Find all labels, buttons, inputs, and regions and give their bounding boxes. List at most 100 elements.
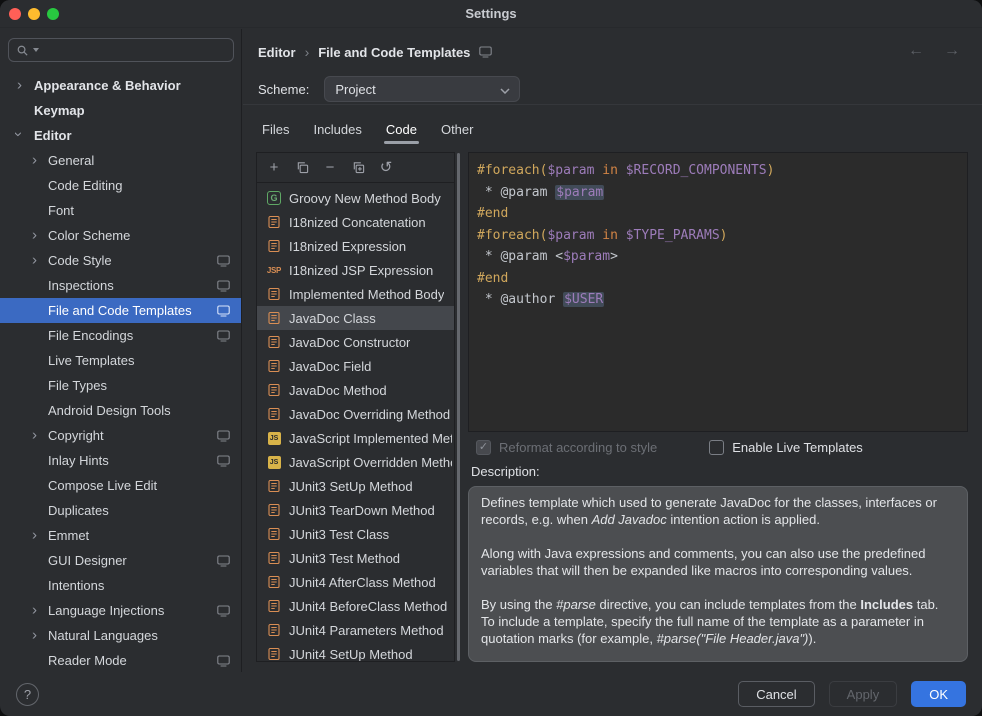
cancel-button[interactable]: Cancel — [738, 681, 814, 707]
sidebar-item-color-scheme[interactable]: › Color Scheme — [0, 223, 241, 248]
sidebar-item-label: Emmet — [48, 528, 89, 543]
chevron-down-icon — [500, 82, 510, 97]
sidebar-item-live-templates[interactable]: Live Templates — [0, 348, 241, 373]
breadcrumb: Editor › File and Code Templates — [258, 40, 492, 64]
sidebar-item-copyright[interactable]: ›Copyright — [0, 423, 241, 448]
template-item-javadoc-method[interactable]: JavaDoc Method — [257, 378, 454, 402]
template-item-javadoc-overriding-method[interactable]: JavaDoc Overriding Method — [257, 402, 454, 426]
chevron-right-icon[interactable]: › — [32, 252, 37, 267]
sidebar-item-duplicates[interactable]: Duplicates — [0, 498, 241, 523]
reset-icon[interactable]: ↺ — [378, 160, 394, 176]
checkbox-unchecked-icon[interactable] — [709, 440, 724, 455]
sidebar-item-file-types[interactable]: File Types — [0, 373, 241, 398]
chevron-down-icon[interactable]: › — [11, 131, 26, 136]
sidebar-item-code-editing[interactable]: Code Editing — [0, 173, 241, 198]
scrollbar-thumb[interactable] — [457, 153, 460, 661]
template-item-i18nized-expression[interactable]: I18nized Expression — [257, 234, 454, 258]
enable-live-templates-checkbox[interactable]: Enable Live Templates — [709, 440, 863, 455]
breadcrumb-separator-icon: › — [305, 44, 310, 60]
sidebar-item-intentions[interactable]: Intentions — [0, 573, 241, 598]
template-item-groovy-new-method-body[interactable]: GGroovy New Method Body — [257, 186, 454, 210]
sidebar-item-inlay-hints[interactable]: Inlay Hints — [0, 448, 241, 473]
add-icon[interactable]: + — [266, 160, 282, 176]
zoom-window-button[interactable] — [47, 8, 59, 20]
template-item-javadoc-field[interactable]: JavaDoc Field — [257, 354, 454, 378]
template-icon — [266, 335, 282, 349]
template-item-label: JavaScript Overridden Method Body — [289, 455, 452, 470]
template-icon — [266, 527, 282, 541]
remove-icon[interactable]: − — [322, 160, 338, 176]
close-window-button[interactable] — [9, 8, 21, 20]
sidebar-item-inspections[interactable]: Inspections — [0, 273, 241, 298]
sidebar-item-label: Code Style — [48, 253, 112, 268]
chevron-right-icon[interactable]: › — [32, 627, 37, 642]
sidebar-item-label: Compose Live Edit — [48, 478, 157, 493]
screen-icon — [217, 655, 230, 667]
template-item-junit4-afterclass-method[interactable]: JUnit4 AfterClass Method — [257, 570, 454, 594]
sidebar-item-gui-designer[interactable]: GUI Designer — [0, 548, 241, 573]
template-item-i18nized-jsp-expression[interactable]: JSPI18nized JSP Expression — [257, 258, 454, 282]
sidebar-item-label: Intentions — [48, 578, 104, 593]
code-line: #foreach($param in $RECORD_COMPONENTS) — [477, 160, 959, 182]
template-tabs: FilesIncludesCodeOther — [250, 114, 485, 144]
duplicate-icon[interactable] — [350, 160, 366, 176]
template-item-i18nized-concatenation[interactable]: I18nized Concatenation — [257, 210, 454, 234]
search-input[interactable] — [43, 42, 226, 59]
sidebar-item-label: Language Injections — [48, 603, 164, 618]
chevron-right-icon[interactable]: › — [32, 602, 37, 617]
sidebar-item-font[interactable]: Font — [0, 198, 241, 223]
sidebar-item-language-injections[interactable]: › Language Injections — [0, 598, 241, 623]
sidebar-item-file-and-code-templates[interactable]: File and Code Templates — [0, 298, 241, 323]
chevron-right-icon[interactable]: › — [32, 527, 37, 542]
template-item-junit3-setup-method[interactable]: JUnit3 SetUp Method — [257, 474, 454, 498]
sidebar-item-android-design-tools[interactable]: Android Design Tools — [0, 398, 241, 423]
sidebar-item-emmet[interactable]: › Emmet — [0, 523, 241, 548]
template-editor[interactable]: #foreach($param in $RECORD_COMPONENTS) *… — [468, 152, 968, 432]
template-item-implemented-method-body[interactable]: Implemented Method Body — [257, 282, 454, 306]
template-item-junit3-test-method[interactable]: JUnit3 Test Method — [257, 546, 454, 570]
template-item-label: JavaDoc Class — [289, 311, 376, 326]
ok-button[interactable]: OK — [911, 681, 966, 707]
chevron-right-icon[interactable]: › — [32, 227, 37, 242]
sidebar-item-code-style[interactable]: › Code Style — [0, 248, 241, 273]
sidebar-item-appearance-behavior[interactable]: ›Appearance & Behavior — [0, 73, 241, 98]
sidebar-item-natural-languages[interactable]: ›Natural Languages — [0, 623, 241, 648]
minimize-window-button[interactable] — [28, 8, 40, 20]
tab-includes[interactable]: Includes — [301, 114, 373, 144]
template-item-javadoc-constructor[interactable]: JavaDoc Constructor — [257, 330, 454, 354]
screen-icon — [217, 330, 230, 342]
forward-button[interactable]: → — [944, 42, 960, 60]
scheme-select[interactable]: Project — [324, 76, 520, 102]
template-item-javascript-implemented-method-body[interactable]: JSJavaScript Implemented Method Body — [257, 426, 454, 450]
sidebar-item-general[interactable]: ›General — [0, 148, 241, 173]
template-item-junit4-parameters-method[interactable]: JUnit4 Parameters Method — [257, 618, 454, 642]
template-item-junit4-setup-method[interactable]: JUnit4 SetUp Method — [257, 642, 454, 661]
template-item-junit4-beforeclass-method[interactable]: JUnit4 BeforeClass Method — [257, 594, 454, 618]
chevron-right-icon[interactable]: › — [17, 77, 22, 92]
tab-code[interactable]: Code — [374, 114, 429, 144]
template-options: ✓ Reformat according to style Enable Liv… — [468, 432, 968, 462]
search-history-chevron-icon[interactable] — [33, 48, 39, 52]
chevron-right-icon[interactable]: › — [32, 427, 37, 442]
settings-search[interactable] — [8, 38, 234, 62]
copy-icon[interactable] — [294, 160, 310, 176]
breadcrumb-editor[interactable]: Editor — [258, 45, 296, 60]
template-item-javadoc-class[interactable]: JavaDoc Class — [257, 306, 454, 330]
sidebar-item-file-encodings[interactable]: File Encodings — [0, 323, 241, 348]
template-item-junit3-test-class[interactable]: JUnit3 Test Class — [257, 522, 454, 546]
back-button[interactable]: ← — [908, 42, 924, 60]
tab-files[interactable]: Files — [250, 114, 301, 144]
sidebar-item-compose-live-edit[interactable]: Compose Live Edit — [0, 473, 241, 498]
sidebar-item-keymap[interactable]: Keymap — [0, 98, 241, 123]
template-item-javascript-overridden-method-body[interactable]: JSJavaScript Overridden Method Body — [257, 450, 454, 474]
sidebar-item-reader-mode[interactable]: Reader Mode — [0, 648, 241, 672]
sidebar-item-editor[interactable]: ›Editor — [0, 123, 241, 148]
sidebar-item-label: Color Scheme — [48, 228, 130, 243]
template-item-junit3-teardown-method[interactable]: JUnit3 TearDown Method — [257, 498, 454, 522]
template-icon — [266, 239, 282, 253]
sidebar-item-label: Inspections — [48, 278, 114, 293]
tab-other[interactable]: Other — [429, 114, 486, 144]
list-scrollbar[interactable] — [455, 152, 462, 662]
chevron-right-icon[interactable]: › — [32, 152, 37, 167]
help-button[interactable]: ? — [16, 683, 39, 706]
